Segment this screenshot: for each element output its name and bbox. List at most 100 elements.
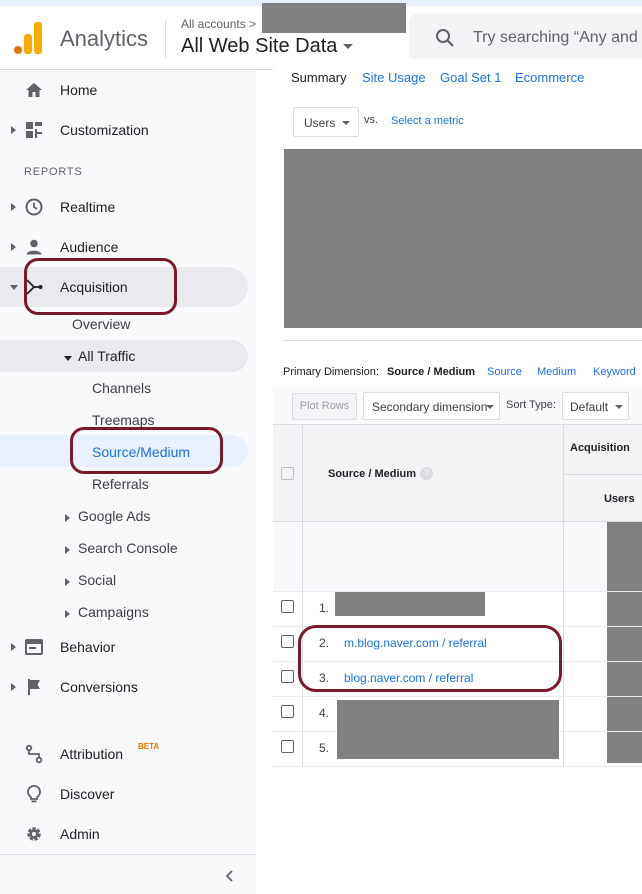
annotation-source-medium bbox=[70, 427, 223, 474]
nav-search-console[interactable]: Search Console bbox=[65, 540, 178, 570]
chevron-right-icon bbox=[11, 643, 16, 651]
chevron-right-icon bbox=[65, 514, 70, 522]
nav-channels[interactable]: Channels bbox=[92, 380, 151, 410]
nav-referrals[interactable]: Referrals bbox=[92, 476, 149, 506]
row-checkbox[interactable] bbox=[281, 600, 294, 613]
chevron-right-icon bbox=[11, 126, 16, 134]
column-group-acquisition: Acquisition bbox=[570, 442, 630, 454]
nav-all-traffic-label: All Traffic bbox=[78, 348, 136, 364]
tab-goal-set-1[interactable]: Goal Set 1 bbox=[440, 70, 501, 85]
dashboard-grid-icon bbox=[26, 122, 42, 138]
analytics-logo-icon[interactable] bbox=[14, 22, 44, 54]
sidebar-divider bbox=[0, 854, 256, 855]
dimension-keyword[interactable]: Keyword bbox=[593, 366, 636, 378]
secondary-dimension-label: Secondary dimension bbox=[372, 400, 488, 414]
metric-select-value: Users bbox=[304, 116, 336, 130]
row-checkbox[interactable] bbox=[281, 670, 294, 683]
nav-behavior-label: Behavior bbox=[60, 639, 116, 655]
caret-down-icon bbox=[486, 405, 494, 409]
account-breadcrumb[interactable]: All accounts > bbox=[181, 17, 256, 31]
select-all-checkbox[interactable] bbox=[281, 467, 294, 480]
chevron-right-icon bbox=[65, 610, 70, 618]
row-label-redacted bbox=[335, 592, 485, 616]
nav-acquisition-label: Acquisition bbox=[60, 279, 128, 295]
column-header-source-medium[interactable]: Source / Medium bbox=[328, 468, 416, 480]
account-name-redacted bbox=[262, 3, 406, 33]
tab-summary[interactable]: Summary bbox=[291, 70, 347, 85]
chevron-right-icon bbox=[65, 578, 70, 586]
metric-select[interactable]: Users bbox=[293, 107, 359, 137]
app-title: Analytics bbox=[60, 26, 149, 51]
nav-google-ads[interactable]: Google Ads bbox=[65, 508, 151, 538]
help-icon[interactable]: ? bbox=[420, 467, 433, 480]
dimension-medium[interactable]: Medium bbox=[537, 366, 576, 378]
chart-redacted bbox=[284, 149, 642, 328]
caret-down-icon bbox=[342, 121, 350, 125]
secondary-dimension-select[interactable]: Secondary dimension bbox=[363, 392, 500, 420]
search-box[interactable]: Try searching “Any and bbox=[409, 14, 642, 62]
nav-social[interactable]: Social bbox=[65, 572, 117, 602]
column-divider bbox=[302, 424, 303, 767]
nav-social-label: Social bbox=[78, 572, 117, 588]
chevron-left-icon[interactable] bbox=[222, 868, 238, 884]
chevron-right-icon bbox=[65, 546, 70, 554]
primary-dimension-label: Primary Dimension: bbox=[283, 366, 379, 378]
nav-conversions-label: Conversions bbox=[60, 679, 138, 695]
chevron-right-icon bbox=[11, 243, 16, 251]
sort-type-select[interactable]: Default bbox=[562, 392, 629, 420]
nav-campaigns[interactable]: Campaigns bbox=[65, 604, 149, 634]
nav-discover[interactable]: Discover bbox=[0, 778, 256, 810]
lightbulb-icon bbox=[27, 785, 41, 803]
clock-icon bbox=[25, 198, 43, 216]
nav-behavior[interactable]: Behavior bbox=[0, 631, 256, 663]
nav-realtime-label: Realtime bbox=[60, 199, 116, 215]
dimension-source[interactable]: Source bbox=[487, 366, 522, 378]
nav-realtime[interactable]: Realtime bbox=[0, 191, 256, 223]
nav-admin[interactable]: Admin bbox=[0, 818, 256, 850]
select-metric-link[interactable]: Select a metric bbox=[391, 115, 464, 127]
nav-google-ads-label: Google Ads bbox=[78, 508, 151, 524]
vs-label: vs. bbox=[364, 114, 379, 126]
nav-attribution[interactable]: Attribution BETA bbox=[0, 738, 256, 770]
acquisition-icon bbox=[26, 279, 43, 295]
flag-icon bbox=[28, 679, 40, 695]
nav-customization-label: Customization bbox=[60, 122, 149, 138]
caret-down-icon bbox=[615, 405, 623, 409]
caret-down-icon bbox=[343, 44, 354, 50]
view-selector[interactable]: All Web Site Data bbox=[181, 35, 354, 58]
nav-home-label: Home bbox=[60, 82, 98, 98]
chevron-down-icon bbox=[64, 356, 72, 361]
nav-audience-label: Audience bbox=[60, 239, 119, 255]
annotation-naver-rows bbox=[298, 625, 562, 692]
row-checkbox[interactable] bbox=[281, 740, 294, 753]
column-divider bbox=[563, 424, 564, 767]
row-number: 5. bbox=[319, 741, 330, 755]
plot-rows-button[interactable]: Plot Rows bbox=[292, 393, 357, 420]
header-divider bbox=[165, 20, 166, 58]
reports-section-label: REPORTS bbox=[24, 166, 83, 178]
search-icon bbox=[436, 29, 454, 47]
nav-search-console-label: Search Console bbox=[78, 540, 178, 556]
person-icon bbox=[26, 239, 42, 255]
users-values-redacted bbox=[607, 522, 642, 763]
row-checkbox[interactable] bbox=[281, 635, 294, 648]
nav-all-traffic[interactable]: All Traffic bbox=[64, 348, 136, 378]
tab-ecommerce[interactable]: Ecommerce bbox=[515, 70, 584, 85]
tab-site-usage[interactable]: Site Usage bbox=[362, 70, 426, 85]
nav-home[interactable]: Home bbox=[0, 74, 256, 106]
chart-divider bbox=[284, 340, 642, 341]
nav-conversions[interactable]: Conversions bbox=[0, 671, 256, 703]
sidebar: Home Customization REPORTS Realtime Audi… bbox=[0, 71, 256, 894]
header-divider bbox=[563, 474, 642, 475]
rows-4-5-redacted bbox=[337, 700, 559, 759]
gear-icon bbox=[27, 827, 41, 841]
nav-attribution-label: Attribution bbox=[60, 746, 124, 762]
chevron-down-icon bbox=[10, 285, 18, 290]
dimension-source-medium[interactable]: Source / Medium bbox=[387, 366, 475, 378]
nav-customization[interactable]: Customization bbox=[0, 114, 256, 146]
row-checkbox[interactable] bbox=[281, 705, 294, 718]
row-number: 1. bbox=[319, 601, 330, 615]
chevron-right-icon bbox=[11, 203, 16, 211]
nav-admin-label: Admin bbox=[60, 826, 100, 842]
column-header-users[interactable]: Users bbox=[604, 493, 635, 505]
